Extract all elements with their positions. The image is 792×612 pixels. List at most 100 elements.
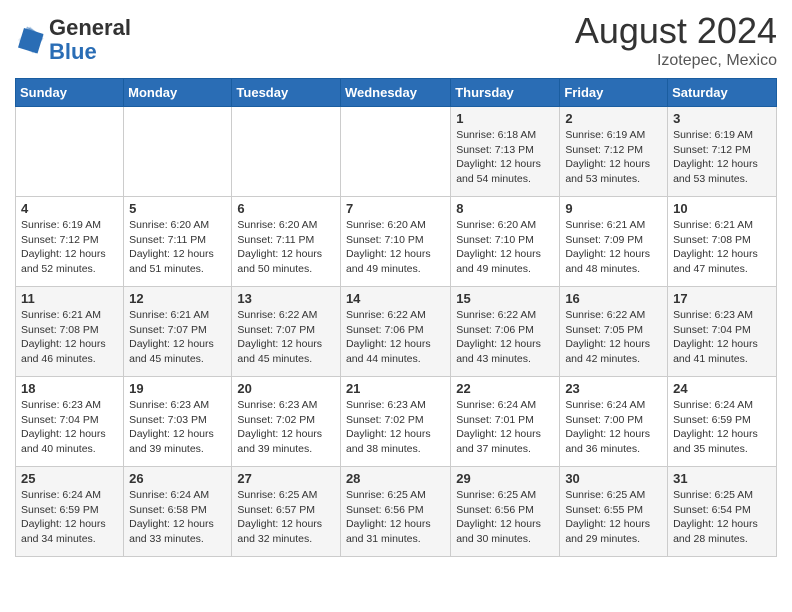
table-row: 18 Sunrise: 6:23 AMSunset: 7:04 PMDayligh… xyxy=(16,377,124,467)
col-saturday: Saturday xyxy=(668,79,777,107)
table-row: 20 Sunrise: 6:23 AMSunset: 7:02 PMDayligh… xyxy=(232,377,341,467)
day-number: 11 xyxy=(21,291,118,306)
logo: General Blue xyxy=(15,16,131,64)
day-info: Sunrise: 6:20 AMSunset: 7:11 PMDaylight:… xyxy=(129,218,226,277)
day-number: 7 xyxy=(346,201,445,216)
day-info: Sunrise: 6:24 AMSunset: 7:01 PMDaylight:… xyxy=(456,398,554,457)
day-number: 19 xyxy=(129,381,226,396)
table-row xyxy=(232,107,341,197)
day-info: Sunrise: 6:20 AMSunset: 7:10 PMDaylight:… xyxy=(346,218,445,277)
table-row: 24 Sunrise: 6:24 AMSunset: 6:59 PMDayligh… xyxy=(668,377,777,467)
col-sunday: Sunday xyxy=(16,79,124,107)
table-row: 10 Sunrise: 6:21 AMSunset: 7:08 PMDayligh… xyxy=(668,197,777,287)
day-number: 12 xyxy=(129,291,226,306)
table-row: 11 Sunrise: 6:21 AMSunset: 7:08 PMDayligh… xyxy=(16,287,124,377)
calendar-table: Sunday Monday Tuesday Wednesday Thursday… xyxy=(15,78,777,557)
table-row: 16 Sunrise: 6:22 AMSunset: 7:05 PMDayligh… xyxy=(560,287,668,377)
day-info: Sunrise: 6:23 AMSunset: 7:04 PMDaylight:… xyxy=(673,308,771,367)
table-row: 7 Sunrise: 6:20 AMSunset: 7:10 PMDaylight… xyxy=(340,197,450,287)
title-block: August 2024 Izotepec, Mexico xyxy=(575,10,777,70)
day-info: Sunrise: 6:23 AMSunset: 7:04 PMDaylight:… xyxy=(21,398,118,457)
location-subtitle: Izotepec, Mexico xyxy=(575,52,777,70)
day-number: 17 xyxy=(673,291,771,306)
calendar-week-row: 11 Sunrise: 6:21 AMSunset: 7:08 PMDayligh… xyxy=(16,287,777,377)
day-info: Sunrise: 6:23 AMSunset: 7:02 PMDaylight:… xyxy=(237,398,335,457)
day-info: Sunrise: 6:24 AMSunset: 7:00 PMDaylight:… xyxy=(565,398,662,457)
month-year-title: August 2024 xyxy=(575,10,777,52)
day-number: 13 xyxy=(237,291,335,306)
day-number: 4 xyxy=(21,201,118,216)
table-row: 9 Sunrise: 6:21 AMSunset: 7:09 PMDaylight… xyxy=(560,197,668,287)
day-number: 10 xyxy=(673,201,771,216)
day-info: Sunrise: 6:21 AMSunset: 7:08 PMDaylight:… xyxy=(21,308,118,367)
day-number: 5 xyxy=(129,201,226,216)
table-row: 17 Sunrise: 6:23 AMSunset: 7:04 PMDayligh… xyxy=(668,287,777,377)
day-number: 18 xyxy=(21,381,118,396)
table-row: 2Sunrise: 6:19 AMSunset: 7:12 PMDaylight… xyxy=(560,107,668,197)
day-number: 16 xyxy=(565,291,662,306)
table-row: 29Sunrise: 6:25 AMSunset: 6:56 PMDayligh… xyxy=(451,467,560,557)
table-row: 5 Sunrise: 6:20 AMSunset: 7:11 PMDaylight… xyxy=(124,197,232,287)
day-number: 20 xyxy=(237,381,335,396)
table-row: 31 Sunrise: 6:25 AMSunset: 6:54 PMDayligh… xyxy=(668,467,777,557)
day-info: Sunrise: 6:20 AMSunset: 7:10 PMDaylight:… xyxy=(456,218,554,277)
day-info: Sunrise: 6:21 AMSunset: 7:08 PMDaylight:… xyxy=(673,218,771,277)
table-row: 6 Sunrise: 6:20 AMSunset: 7:11 PMDaylight… xyxy=(232,197,341,287)
day-number: 22 xyxy=(456,381,554,396)
day-info: Sunrise: 6:20 AMSunset: 7:11 PMDaylight:… xyxy=(237,218,335,277)
day-number: 27 xyxy=(237,471,335,486)
table-row: 25Sunrise: 6:24 AMSunset: 6:59 PMDayligh… xyxy=(16,467,124,557)
day-number: 23 xyxy=(565,381,662,396)
table-row: 12 Sunrise: 6:21 AMSunset: 7:07 PMDayligh… xyxy=(124,287,232,377)
day-info: Sunrise: 6:23 AMSunset: 7:02 PMDaylight:… xyxy=(346,398,445,457)
day-number: 24 xyxy=(673,381,771,396)
day-info: Sunrise: 6:19 AMSunset: 7:12 PMDaylight:… xyxy=(673,128,771,187)
day-number: 6 xyxy=(237,201,335,216)
day-info: Sunrise: 6:22 AMSunset: 7:06 PMDaylight:… xyxy=(346,308,445,367)
day-info: Sunrise: 6:19 AMSunset: 7:12 PMDaylight:… xyxy=(21,218,118,277)
table-row: 27 Sunrise: 6:25 AMSunset: 6:57 PMDayligh… xyxy=(232,467,341,557)
table-row: 14 Sunrise: 6:22 AMSunset: 7:06 PMDayligh… xyxy=(340,287,450,377)
calendar-week-row: 18 Sunrise: 6:23 AMSunset: 7:04 PMDayligh… xyxy=(16,377,777,467)
table-row xyxy=(340,107,450,197)
day-info: Sunrise: 6:24 AMSunset: 6:58 PMDaylight:… xyxy=(129,488,226,547)
day-info: Sunrise: 6:21 AMSunset: 7:09 PMDaylight:… xyxy=(565,218,662,277)
table-row: 28Sunrise: 6:25 AMSunset: 6:56 PMDayligh… xyxy=(340,467,450,557)
day-info: Sunrise: 6:25 AMSunset: 6:57 PMDaylight:… xyxy=(237,488,335,547)
day-number: 31 xyxy=(673,471,771,486)
day-number: 9 xyxy=(565,201,662,216)
page-header: General Blue August 2024 Izotepec, Mexic… xyxy=(15,10,777,70)
day-number: 1 xyxy=(456,111,554,126)
day-number: 26 xyxy=(129,471,226,486)
table-row: 15Sunrise: 6:22 AMSunset: 7:06 PMDayligh… xyxy=(451,287,560,377)
day-info: Sunrise: 6:19 AMSunset: 7:12 PMDaylight:… xyxy=(565,128,662,187)
table-row: 26 Sunrise: 6:24 AMSunset: 6:58 PMDayligh… xyxy=(124,467,232,557)
col-monday: Monday xyxy=(124,79,232,107)
col-wednesday: Wednesday xyxy=(340,79,450,107)
day-number: 14 xyxy=(346,291,445,306)
day-info: Sunrise: 6:25 AMSunset: 6:54 PMDaylight:… xyxy=(673,488,771,547)
table-row xyxy=(124,107,232,197)
calendar-week-row: 4 Sunrise: 6:19 AMSunset: 7:12 PMDaylight… xyxy=(16,197,777,287)
day-number: 8 xyxy=(456,201,554,216)
day-info: Sunrise: 6:24 AMSunset: 6:59 PMDaylight:… xyxy=(673,398,771,457)
calendar-header-row: Sunday Monday Tuesday Wednesday Thursday… xyxy=(16,79,777,107)
table-row: 8 Sunrise: 6:20 AMSunset: 7:10 PMDaylight… xyxy=(451,197,560,287)
day-number: 21 xyxy=(346,381,445,396)
table-row: 4 Sunrise: 6:19 AMSunset: 7:12 PMDaylight… xyxy=(16,197,124,287)
day-info: Sunrise: 6:22 AMSunset: 7:07 PMDaylight:… xyxy=(237,308,335,367)
day-number: 28 xyxy=(346,471,445,486)
day-number: 25 xyxy=(21,471,118,486)
logo-text: General Blue xyxy=(49,16,131,64)
col-friday: Friday xyxy=(560,79,668,107)
day-info: Sunrise: 6:21 AMSunset: 7:07 PMDaylight:… xyxy=(129,308,226,367)
calendar-week-row: 25Sunrise: 6:24 AMSunset: 6:59 PMDayligh… xyxy=(16,467,777,557)
col-tuesday: Tuesday xyxy=(232,79,341,107)
table-row: 19Sunrise: 6:23 AMSunset: 7:03 PMDayligh… xyxy=(124,377,232,467)
day-number: 3 xyxy=(673,111,771,126)
day-info: Sunrise: 6:25 AMSunset: 6:55 PMDaylight:… xyxy=(565,488,662,547)
day-number: 15 xyxy=(456,291,554,306)
table-row: 1Sunrise: 6:18 AMSunset: 7:13 PMDaylight… xyxy=(451,107,560,197)
logo-icon xyxy=(15,25,45,55)
day-info: Sunrise: 6:22 AMSunset: 7:05 PMDaylight:… xyxy=(565,308,662,367)
